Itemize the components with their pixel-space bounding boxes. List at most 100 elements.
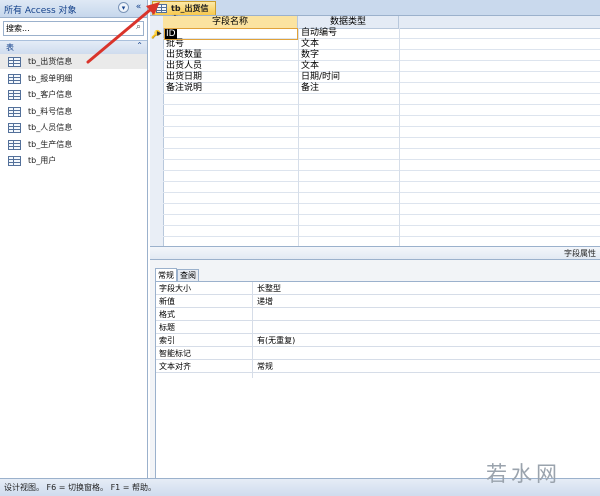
field-name-edit-text[interactable]: ID bbox=[165, 29, 177, 39]
property-value[interactable]: 有(无重复) bbox=[257, 335, 295, 346]
property-name: 格式 bbox=[159, 310, 175, 319]
property-value[interactable]: 常规 bbox=[257, 361, 273, 372]
property-name: 新值 bbox=[159, 297, 175, 306]
field-properties-title: 字段属性 bbox=[564, 249, 596, 258]
nav-pane-header: 所有 Access 对象 ▾ « bbox=[0, 0, 147, 18]
table-row[interactable]: 出货人员 文本 bbox=[163, 61, 600, 72]
table-icon bbox=[8, 90, 21, 100]
data-type-cell[interactable]: 备注 bbox=[301, 83, 319, 94]
nav-menu-button[interactable]: ▾ bbox=[118, 2, 129, 13]
table-row[interactable] bbox=[163, 171, 600, 182]
table-icon bbox=[156, 4, 167, 13]
nav-item-label: tb_人员信息 bbox=[28, 123, 73, 132]
nav-search-input[interactable] bbox=[6, 23, 126, 34]
column-header-data-type[interactable]: 数据类型 bbox=[298, 16, 399, 28]
tab-general[interactable]: 常规 bbox=[155, 268, 177, 281]
field-properties-header: 字段属性 bbox=[150, 246, 600, 260]
field-name-edit-cell[interactable]: ID bbox=[164, 28, 298, 40]
property-row[interactable]: 智能标记 bbox=[156, 348, 600, 360]
property-row[interactable]: 新值 递增 bbox=[156, 296, 600, 308]
table-row[interactable] bbox=[163, 138, 600, 149]
property-name: 文本对齐 bbox=[159, 362, 191, 371]
table-icon bbox=[8, 106, 21, 117]
nav-item-table[interactable]: tb_人员信息 bbox=[0, 120, 147, 135]
nav-item-label: tb_料号信息 bbox=[28, 106, 73, 116]
property-divider bbox=[252, 282, 253, 378]
grid-divider bbox=[298, 28, 299, 246]
nav-item-table[interactable]: tb_用户 bbox=[0, 153, 147, 168]
table-design-grid: 字段名称 数据类型 自动编号 批号 文本 出货数量 数字 出货人员 文本 出货日期 日期/时间备… bbox=[150, 16, 600, 246]
field-name-cell[interactable]: 批号 bbox=[166, 39, 184, 50]
column-header-description[interactable] bbox=[399, 16, 600, 28]
table-row[interactable] bbox=[163, 182, 600, 193]
nav-item-table[interactable]: tb_生产信息 bbox=[0, 137, 147, 152]
table-row[interactable] bbox=[163, 149, 600, 160]
nav-item-label: tb_生产信息 bbox=[28, 139, 73, 149]
nav-item-label: tb_客户信息 bbox=[28, 90, 73, 99]
property-name: 字段大小 bbox=[159, 284, 191, 293]
table-row[interactable]: 出货数量 数字 bbox=[163, 50, 600, 61]
nav-item-label: tb_出货信息 bbox=[28, 57, 73, 66]
navigation-pane: 所有 Access 对象 ▾ « ⌕ 表 ⌃ tb_出货信息 tb_报单明细 tb_… bbox=[0, 0, 148, 478]
property-row[interactable]: 索引 有(无重复) bbox=[156, 335, 600, 347]
nav-search-box: ⌕ bbox=[3, 21, 144, 36]
column-header-field-name[interactable]: 字段名称 bbox=[163, 16, 298, 28]
property-value[interactable]: 长整型 bbox=[257, 283, 281, 294]
table-icon bbox=[8, 123, 21, 133]
data-type-cell[interactable]: 文本 bbox=[301, 39, 319, 50]
chevron-up-icon[interactable]: ⌃ bbox=[136, 41, 143, 50]
table-row[interactable]: 备注说明 备注 bbox=[163, 83, 600, 94]
data-type-cell[interactable]: 日期/时间 bbox=[301, 72, 340, 83]
property-sheet: 字段大小 长整型新值 递增格式标题索引 有(无重复) 智能标记文本对齐 常规 bbox=[155, 281, 600, 478]
table-row[interactable] bbox=[163, 127, 600, 138]
nav-item-table[interactable]: tb_出货信息 bbox=[0, 54, 147, 69]
nav-pane-title[interactable]: 所有 Access 对象 bbox=[4, 3, 77, 16]
row-selector-column[interactable] bbox=[150, 16, 164, 246]
nav-item-table[interactable]: tb_报单明细 bbox=[0, 71, 147, 86]
status-text: 设计视图。 F6 = 切换窗格。 F1 = 帮助。 bbox=[4, 483, 157, 492]
nav-item-table[interactable]: tb_客户信息 bbox=[0, 87, 147, 102]
nav-item-table[interactable]: tb_料号信息 bbox=[0, 104, 147, 119]
table-row[interactable] bbox=[163, 193, 600, 204]
nav-group-tables[interactable]: 表 ⌃ bbox=[0, 40, 147, 55]
nav-collapse-button[interactable]: « bbox=[133, 2, 144, 13]
table-row[interactable]: 出货日期 日期/时间 bbox=[163, 72, 600, 83]
table-row[interactable] bbox=[163, 105, 600, 116]
property-row[interactable]: 标题 bbox=[156, 322, 600, 334]
table-row[interactable] bbox=[163, 215, 600, 226]
table-row[interactable] bbox=[163, 226, 600, 237]
tab-tb-shipping-info[interactable]: tb_出货信息 bbox=[152, 1, 216, 24]
table-row[interactable] bbox=[163, 160, 600, 171]
table-icon bbox=[8, 156, 21, 166]
table-row[interactable] bbox=[163, 116, 600, 127]
field-name-cell[interactable]: 出货人员 bbox=[166, 61, 202, 72]
nav-group-label: 表 bbox=[6, 43, 14, 52]
property-name: 索引 bbox=[159, 336, 175, 345]
table-icon bbox=[8, 57, 21, 67]
search-icon[interactable]: ⌕ bbox=[136, 22, 141, 32]
data-type-cell[interactable]: 数字 bbox=[301, 50, 319, 61]
data-type-cell[interactable]: 文本 bbox=[301, 61, 319, 72]
data-type-cell[interactable]: 自动编号 bbox=[301, 28, 337, 39]
watermark: 若水网 bbox=[486, 462, 561, 486]
tab-lookup[interactable]: 查阅 bbox=[177, 269, 199, 281]
field-name-cell[interactable]: 出货数量 bbox=[166, 50, 202, 61]
table-icon bbox=[8, 73, 21, 84]
nav-item-label: tb_用户 bbox=[28, 156, 57, 165]
current-row-pointer-icon: ▶ bbox=[157, 30, 162, 37]
table-row[interactable] bbox=[163, 204, 600, 215]
document-tab-strip: tb_出货信息 bbox=[150, 0, 600, 24]
table-row[interactable]: 批号 文本 bbox=[163, 39, 600, 50]
table-icon bbox=[8, 139, 21, 150]
field-name-cell[interactable]: 备注说明 bbox=[166, 83, 202, 94]
property-row[interactable]: 字段大小 长整型 bbox=[156, 283, 600, 295]
field-name-cell[interactable]: 出货日期 bbox=[166, 72, 202, 83]
nav-item-label: tb_报单明细 bbox=[28, 73, 73, 83]
property-row[interactable]: 格式 bbox=[156, 309, 600, 321]
field-properties-panel: 常规 查阅 字段大小 长整型新值 递增格式标题索引 有(无重复) 智能标记文本对齐 常规 bbox=[150, 260, 600, 478]
grid-divider bbox=[399, 28, 400, 246]
property-value[interactable]: 递增 bbox=[257, 296, 273, 307]
table-row[interactable] bbox=[163, 94, 600, 105]
property-name: 智能标记 bbox=[159, 349, 191, 358]
property-row[interactable]: 文本对齐 常规 bbox=[156, 361, 600, 373]
